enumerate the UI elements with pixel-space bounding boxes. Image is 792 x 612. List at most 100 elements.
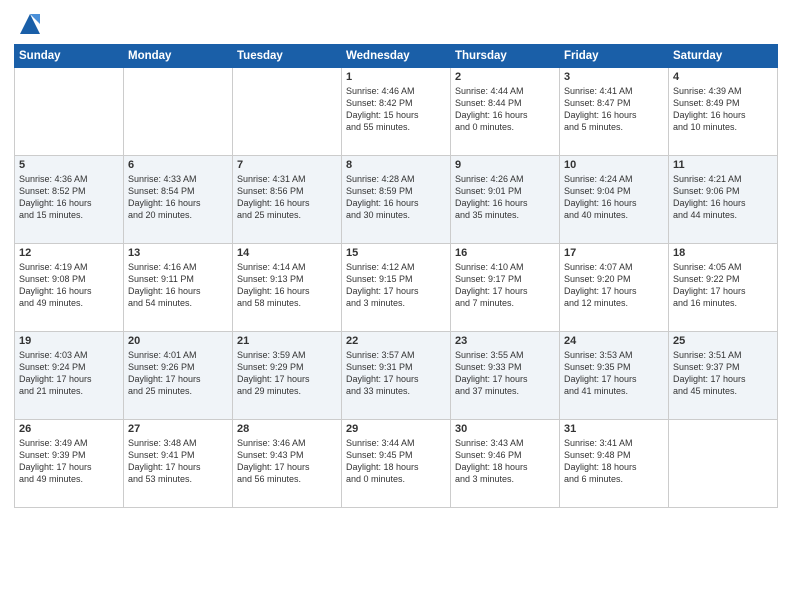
- day-number: 10: [564, 159, 664, 171]
- calendar-cell: [15, 68, 124, 156]
- day-number: 7: [237, 159, 337, 171]
- day-header-saturday: Saturday: [669, 45, 778, 68]
- day-number: 17: [564, 247, 664, 259]
- day-number: 16: [455, 247, 555, 259]
- day-number: 1: [346, 71, 446, 83]
- calendar-cell: [233, 68, 342, 156]
- day-number: 28: [237, 423, 337, 435]
- day-info: Sunrise: 4:16 AM Sunset: 9:11 PM Dayligh…: [128, 261, 228, 310]
- day-info: Sunrise: 3:59 AM Sunset: 9:29 PM Dayligh…: [237, 349, 337, 398]
- day-number: 26: [19, 423, 119, 435]
- logo-icon: [16, 10, 44, 38]
- day-number: 18: [673, 247, 773, 259]
- calendar-cell: 7 Sunrise: 4:31 AM Sunset: 8:56 PM Daylig…: [233, 156, 342, 244]
- day-info: Sunrise: 4:14 AM Sunset: 9:13 PM Dayligh…: [237, 261, 337, 310]
- calendar-cell: 3 Sunrise: 4:41 AM Sunset: 8:47 PM Daylig…: [560, 68, 669, 156]
- calendar-cell: 8 Sunrise: 4:28 AM Sunset: 8:59 PM Daylig…: [342, 156, 451, 244]
- day-info: Sunrise: 3:44 AM Sunset: 9:45 PM Dayligh…: [346, 437, 446, 486]
- week-row-1: 5 Sunrise: 4:36 AM Sunset: 8:52 PM Daylig…: [15, 156, 778, 244]
- day-info: Sunrise: 4:44 AM Sunset: 8:44 PM Dayligh…: [455, 85, 555, 134]
- calendar-cell: [669, 420, 778, 508]
- day-info: Sunrise: 4:28 AM Sunset: 8:59 PM Dayligh…: [346, 173, 446, 222]
- day-number: 14: [237, 247, 337, 259]
- calendar-cell: 15 Sunrise: 4:12 AM Sunset: 9:15 PM Dayli…: [342, 244, 451, 332]
- day-info: Sunrise: 3:49 AM Sunset: 9:39 PM Dayligh…: [19, 437, 119, 486]
- calendar-cell: 30 Sunrise: 3:43 AM Sunset: 9:46 PM Dayli…: [451, 420, 560, 508]
- day-number: 13: [128, 247, 228, 259]
- day-number: 15: [346, 247, 446, 259]
- day-info: Sunrise: 4:41 AM Sunset: 8:47 PM Dayligh…: [564, 85, 664, 134]
- day-info: Sunrise: 3:53 AM Sunset: 9:35 PM Dayligh…: [564, 349, 664, 398]
- day-number: 23: [455, 335, 555, 347]
- calendar-cell: 6 Sunrise: 4:33 AM Sunset: 8:54 PM Daylig…: [124, 156, 233, 244]
- calendar-cell: 1 Sunrise: 4:46 AM Sunset: 8:42 PM Daylig…: [342, 68, 451, 156]
- calendar-table: SundayMondayTuesdayWednesdayThursdayFrid…: [14, 44, 778, 508]
- day-info: Sunrise: 4:46 AM Sunset: 8:42 PM Dayligh…: [346, 85, 446, 134]
- day-number: 31: [564, 423, 664, 435]
- day-info: Sunrise: 4:05 AM Sunset: 9:22 PM Dayligh…: [673, 261, 773, 310]
- logo: [14, 10, 44, 38]
- day-info: Sunrise: 3:46 AM Sunset: 9:43 PM Dayligh…: [237, 437, 337, 486]
- day-number: 5: [19, 159, 119, 171]
- day-info: Sunrise: 3:51 AM Sunset: 9:37 PM Dayligh…: [673, 349, 773, 398]
- calendar-cell: 31 Sunrise: 3:41 AM Sunset: 9:48 PM Dayli…: [560, 420, 669, 508]
- day-header-tuesday: Tuesday: [233, 45, 342, 68]
- calendar-cell: 24 Sunrise: 3:53 AM Sunset: 9:35 PM Dayli…: [560, 332, 669, 420]
- calendar-cell: 4Sunrise: 4:39 AM Sunset: 8:49 PM Daylig…: [669, 68, 778, 156]
- day-info: Sunrise: 4:03 AM Sunset: 9:24 PM Dayligh…: [19, 349, 119, 398]
- day-header-monday: Monday: [124, 45, 233, 68]
- day-number: 6: [128, 159, 228, 171]
- day-info: Sunrise: 4:36 AM Sunset: 8:52 PM Dayligh…: [19, 173, 119, 222]
- day-number: 22: [346, 335, 446, 347]
- day-info: Sunrise: 4:12 AM Sunset: 9:15 PM Dayligh…: [346, 261, 446, 310]
- calendar-cell: [124, 68, 233, 156]
- day-number: 9: [455, 159, 555, 171]
- calendar-cell: 10 Sunrise: 4:24 AM Sunset: 9:04 PM Dayli…: [560, 156, 669, 244]
- calendar-cell: 18 Sunrise: 4:05 AM Sunset: 9:22 PM Dayli…: [669, 244, 778, 332]
- day-header-friday: Friday: [560, 45, 669, 68]
- calendar-cell: 27 Sunrise: 3:48 AM Sunset: 9:41 PM Dayli…: [124, 420, 233, 508]
- day-info: Sunrise: 4:33 AM Sunset: 8:54 PM Dayligh…: [128, 173, 228, 222]
- day-number: 25: [673, 335, 773, 347]
- day-number: 24: [564, 335, 664, 347]
- day-info: Sunrise: 3:48 AM Sunset: 9:41 PM Dayligh…: [128, 437, 228, 486]
- day-info: Sunrise: 3:41 AM Sunset: 9:48 PM Dayligh…: [564, 437, 664, 486]
- calendar-cell: 29 Sunrise: 3:44 AM Sunset: 9:45 PM Dayli…: [342, 420, 451, 508]
- week-row-0: 1 Sunrise: 4:46 AM Sunset: 8:42 PM Daylig…: [15, 68, 778, 156]
- day-info: Sunrise: 4:24 AM Sunset: 9:04 PM Dayligh…: [564, 173, 664, 222]
- day-info: Sunrise: 4:19 AM Sunset: 9:08 PM Dayligh…: [19, 261, 119, 310]
- day-info: Sunrise: 3:43 AM Sunset: 9:46 PM Dayligh…: [455, 437, 555, 486]
- day-header-sunday: Sunday: [15, 45, 124, 68]
- day-info: Sunrise: 4:21 AM Sunset: 9:06 PM Dayligh…: [673, 173, 773, 222]
- day-info: Sunrise: 4:26 AM Sunset: 9:01 PM Dayligh…: [455, 173, 555, 222]
- day-info: Sunrise: 3:57 AM Sunset: 9:31 PM Dayligh…: [346, 349, 446, 398]
- day-header-thursday: Thursday: [451, 45, 560, 68]
- calendar-cell: 17 Sunrise: 4:07 AM Sunset: 9:20 PM Dayli…: [560, 244, 669, 332]
- calendar-cell: 13 Sunrise: 4:16 AM Sunset: 9:11 PM Dayli…: [124, 244, 233, 332]
- day-number: 21: [237, 335, 337, 347]
- day-info: Sunrise: 4:01 AM Sunset: 9:26 PM Dayligh…: [128, 349, 228, 398]
- day-number: 2: [455, 71, 555, 83]
- week-row-4: 26 Sunrise: 3:49 AM Sunset: 9:39 PM Dayli…: [15, 420, 778, 508]
- page: SundayMondayTuesdayWednesdayThursdayFrid…: [0, 0, 792, 612]
- day-number: 19: [19, 335, 119, 347]
- week-row-2: 12 Sunrise: 4:19 AM Sunset: 9:08 PM Dayli…: [15, 244, 778, 332]
- calendar-cell: 12 Sunrise: 4:19 AM Sunset: 9:08 PM Dayli…: [15, 244, 124, 332]
- day-number: 29: [346, 423, 446, 435]
- day-number: 12: [19, 247, 119, 259]
- day-info: Sunrise: 4:39 AM Sunset: 8:49 PM Dayligh…: [673, 85, 773, 134]
- day-number: 8: [346, 159, 446, 171]
- calendar-cell: 14 Sunrise: 4:14 AM Sunset: 9:13 PM Dayli…: [233, 244, 342, 332]
- calendar-cell: 9 Sunrise: 4:26 AM Sunset: 9:01 PM Daylig…: [451, 156, 560, 244]
- calendar-cell: 11 Sunrise: 4:21 AM Sunset: 9:06 PM Dayli…: [669, 156, 778, 244]
- day-info: Sunrise: 4:31 AM Sunset: 8:56 PM Dayligh…: [237, 173, 337, 222]
- day-info: Sunrise: 4:07 AM Sunset: 9:20 PM Dayligh…: [564, 261, 664, 310]
- calendar-cell: 16Sunrise: 4:10 AM Sunset: 9:17 PM Dayli…: [451, 244, 560, 332]
- calendar-cell: 20Sunrise: 4:01 AM Sunset: 9:26 PM Dayli…: [124, 332, 233, 420]
- calendar-cell: 5 Sunrise: 4:36 AM Sunset: 8:52 PM Daylig…: [15, 156, 124, 244]
- day-number: 11: [673, 159, 773, 171]
- day-header-wednesday: Wednesday: [342, 45, 451, 68]
- day-number: 30: [455, 423, 555, 435]
- day-number: 27: [128, 423, 228, 435]
- day-number: 3: [564, 71, 664, 83]
